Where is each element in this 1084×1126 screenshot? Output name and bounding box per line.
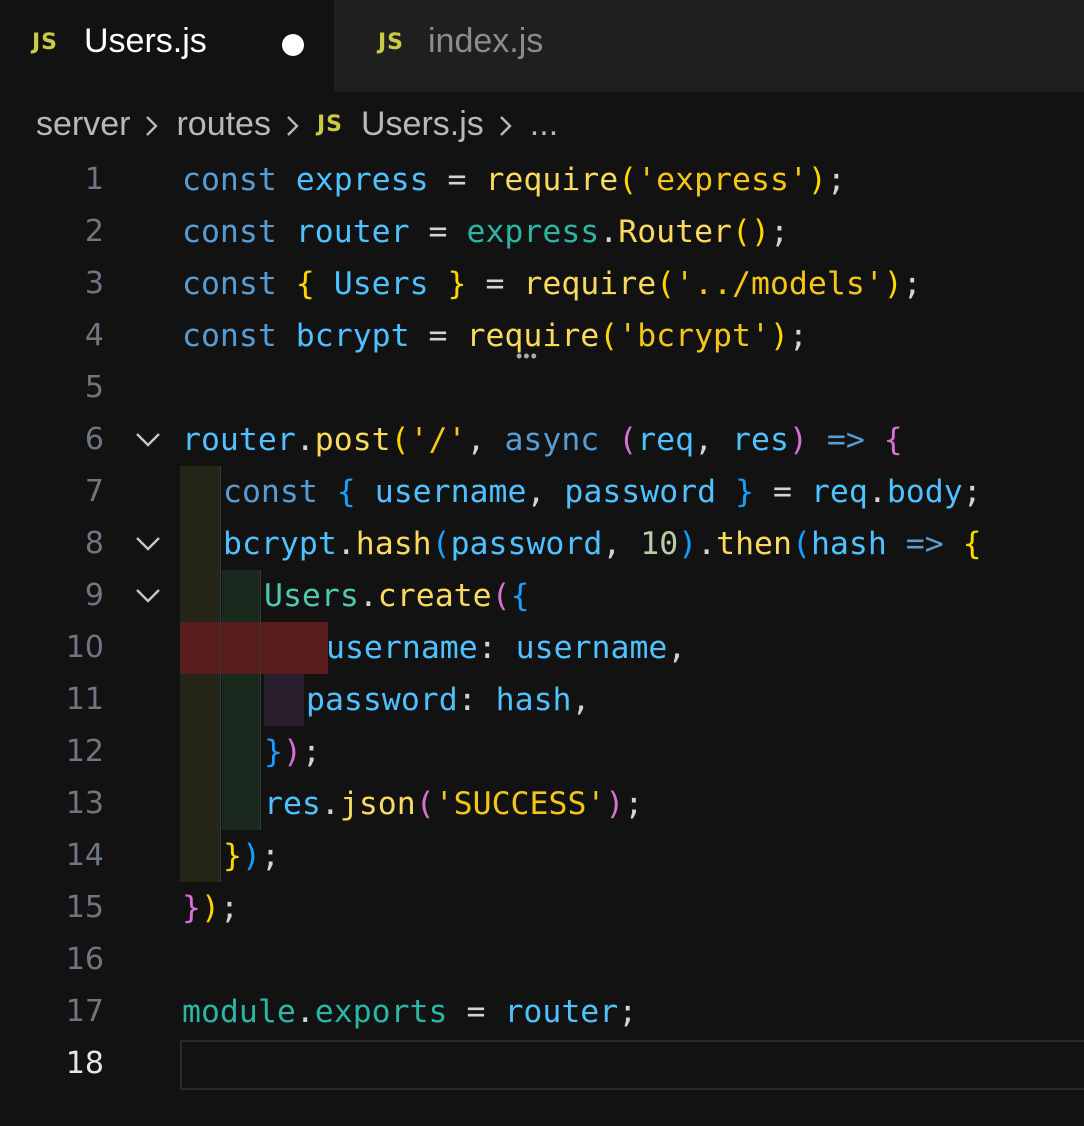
code-text: const { Users } = require('../models'); — [182, 266, 922, 302]
breadcrumb-item-server[interactable]: server — [36, 105, 130, 144]
tab-label: Users.js — [84, 22, 207, 60]
fold-chevron-down-icon[interactable] — [134, 428, 162, 452]
code-text: const express = require('express'); — [182, 162, 846, 198]
line-number: 9 — [84, 578, 104, 613]
code-line[interactable]: 13 res.json('SUCCESS'); — [0, 778, 1084, 830]
line-number: 4 — [84, 318, 104, 353]
code-line[interactable]: 12 }); — [0, 726, 1084, 778]
line-number: 11 — [65, 682, 104, 717]
line-number: 17 — [65, 994, 104, 1029]
code-line[interactable]: 7 const { username, password } = req.bod… — [0, 466, 1084, 518]
code-text: const router = express.Router(); — [182, 214, 789, 250]
code-text: username: username, — [326, 630, 687, 666]
code-text: }); — [223, 838, 280, 874]
js-file-icon: JS — [316, 111, 343, 137]
code-line[interactable]: 6 router.post('/', async (req, res) => { — [0, 414, 1084, 466]
code-line[interactable]: 15 }); — [0, 882, 1084, 934]
line-number: 2 — [84, 214, 104, 249]
chevron-right-icon — [281, 114, 307, 136]
line-number: 14 — [65, 838, 104, 873]
line-number: 1 — [84, 162, 104, 197]
code-line[interactable]: 11 password: hash, — [0, 674, 1084, 726]
chevron-right-icon — [140, 114, 166, 136]
breadcrumb: server routes JS Users.js ... — [36, 100, 558, 148]
chevron-right-icon — [494, 114, 520, 136]
code-line[interactable]: 2 const router = express.Router(); — [0, 206, 1084, 258]
code-text: }); — [182, 890, 239, 926]
code-text: Users.create({ — [264, 578, 530, 614]
code-text: const bcrypt = require('bcrypt'); — [182, 318, 808, 354]
fold-chevron-down-icon[interactable] — [134, 532, 162, 556]
code-line[interactable]: 5 — [0, 362, 1084, 414]
line-number: 12 — [65, 734, 104, 769]
fold-chevron-down-icon[interactable] — [134, 584, 162, 608]
code-text: module.exports = router; — [182, 994, 638, 1030]
code-text: const { username, password } = req.body; — [223, 474, 982, 510]
code-text: router.post('/', async (req, res) => { — [182, 422, 903, 458]
tab-bar: JS Users.js JS index.js — [0, 0, 1084, 92]
line-number: 6 — [84, 422, 104, 457]
breadcrumb-item-file[interactable]: Users.js — [361, 105, 484, 144]
code-line[interactable]: 9 Users.create({ — [0, 570, 1084, 622]
unsaved-dot-icon[interactable] — [282, 34, 304, 56]
tab-label: index.js — [428, 22, 544, 60]
code-text: bcrypt.hash(password, 10).then(hash => { — [223, 526, 982, 562]
code-text: password: hash, — [306, 682, 591, 718]
line-number: 3 — [84, 266, 104, 301]
code-line-current[interactable]: 18 — [0, 1038, 1084, 1090]
code-line[interactable]: 3 const { Users } = require('../models')… — [0, 258, 1084, 310]
tab-users-js[interactable]: JS Users.js — [0, 0, 334, 92]
code-editor[interactable]: 1 const express = require('express'); ••… — [0, 154, 1084, 1094]
line-number: 8 — [84, 526, 104, 561]
breadcrumb-item-symbol[interactable]: ... — [530, 105, 558, 144]
code-line[interactable]: 1 const express = require('express'); — [0, 154, 1084, 206]
breadcrumb-item-routes[interactable]: routes — [176, 105, 271, 144]
code-line[interactable]: 14 }); — [0, 830, 1084, 882]
code-line[interactable]: 4 const bcrypt = require('bcrypt'); — [0, 310, 1084, 362]
js-file-icon: JS — [32, 30, 59, 55]
line-number: 15 — [65, 890, 104, 925]
code-line[interactable]: 16 — [0, 934, 1084, 986]
code-line[interactable]: 8 bcrypt.hash(password, 10).then(hash =>… — [0, 518, 1084, 570]
code-text: }); — [264, 734, 321, 770]
tab-index-js[interactable]: JS index.js — [334, 0, 634, 92]
code-line[interactable]: 17 module.exports = router; — [0, 986, 1084, 1038]
line-number: 10 — [65, 630, 104, 665]
line-number: 16 — [65, 942, 104, 977]
js-file-icon: JS — [378, 30, 405, 55]
line-number: 13 — [65, 786, 104, 821]
code-text: res.json('SUCCESS'); — [264, 786, 644, 822]
line-number: 5 — [84, 370, 104, 405]
line-number: 7 — [84, 474, 104, 509]
code-line[interactable]: 10 username: username, — [0, 622, 1084, 674]
line-number: 18 — [65, 1046, 104, 1081]
